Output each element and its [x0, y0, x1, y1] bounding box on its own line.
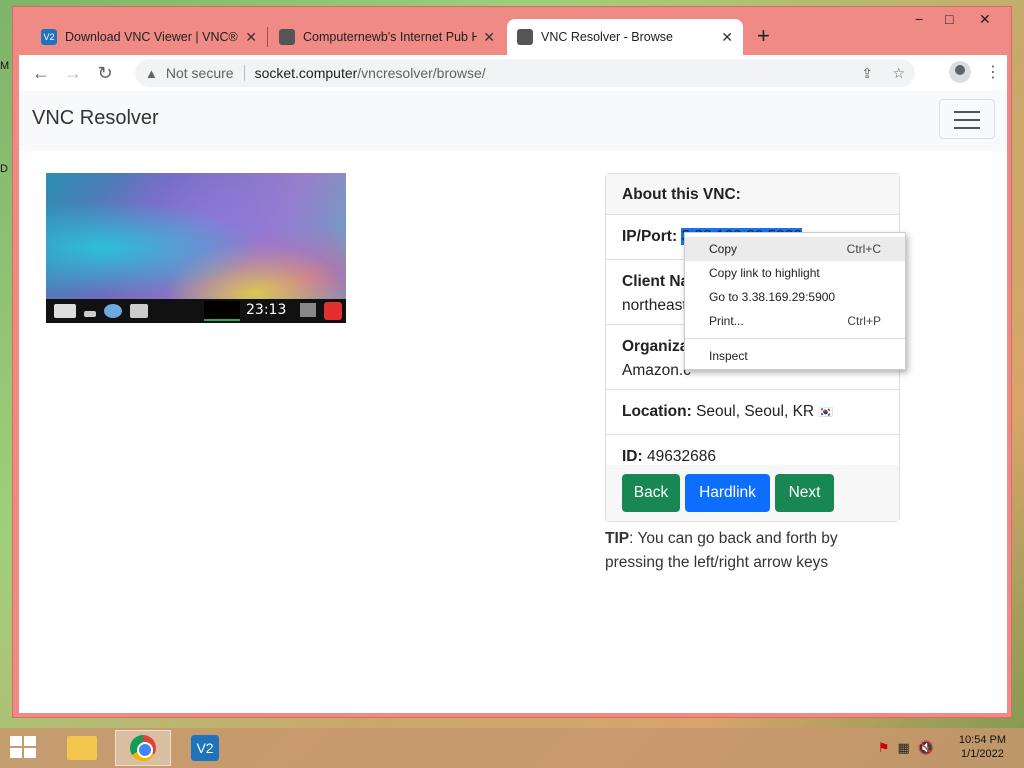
volume-muted-icon[interactable]: 🔇 — [918, 740, 934, 756]
menu-item-label: Print... — [709, 314, 744, 328]
desktop-edge-letter: D — [0, 163, 8, 175]
menu-item-shortcut: Ctrl+P — [847, 314, 881, 328]
back-button[interactable]: Back — [622, 474, 680, 512]
vnc-icon: V2 — [191, 735, 219, 761]
globe-icon — [104, 304, 122, 318]
next-button[interactable]: Next — [775, 474, 834, 512]
url-host: socket.computer — [254, 65, 358, 81]
close-icon[interactable]: ✕ — [239, 29, 257, 46]
vnc-viewer-taskbar-button[interactable]: V2 — [177, 730, 233, 766]
menu-item-copy[interactable]: Copy Ctrl+C — [685, 237, 905, 261]
windows-start-icon[interactable] — [10, 736, 38, 760]
folder-icon — [67, 736, 97, 760]
remote-clock: 23:13 — [246, 302, 287, 318]
back-arrow-icon[interactable]: ← — [25, 63, 57, 84]
pub-icon — [279, 29, 295, 45]
tab-title: VNC Resolver - Browse — [541, 30, 673, 44]
org-label: Organizat — [622, 338, 694, 355]
clock-time: 10:54 PM — [958, 734, 1006, 746]
file-explorer-button[interactable] — [54, 730, 110, 766]
flag-alert-icon[interactable]: ⚑ — [878, 740, 890, 756]
divider — [243, 65, 245, 81]
maximize-button[interactable]: □ — [945, 11, 953, 27]
ip-label: IP/Port: — [622, 228, 678, 245]
toolbar-right: ⋮ — [949, 61, 1001, 83]
remote-taskbar: 23:13 — [46, 299, 346, 323]
share-icon[interactable]: ⇪ — [861, 65, 873, 82]
location-value: Seoul, Seoul, KR — [696, 403, 815, 420]
clock-date: 1/1/2022 — [961, 748, 1004, 760]
tip-body: : You can go back and forth by pressing … — [605, 530, 838, 571]
forward-arrow-icon[interactable]: → — [57, 63, 89, 84]
menu-item-print[interactable]: Print... Ctrl+P — [685, 309, 905, 333]
remote-app-icon — [84, 311, 96, 317]
close-icon[interactable]: ✕ — [477, 29, 495, 46]
location-label: Location: — [622, 403, 692, 420]
tab-vnc-viewer[interactable]: V2 Download VNC Viewer | VNC® C ✕ — [31, 19, 267, 55]
minimize-button[interactable]: − — [915, 11, 923, 27]
url-path: /vncresolver/browse/ — [357, 65, 486, 81]
tab-strip: V2 Download VNC Viewer | VNC® C ✕ Comput… — [13, 7, 1011, 55]
pub-icon — [517, 29, 533, 45]
system-clock[interactable]: 10:54 PM 1/1/2022 — [959, 733, 1006, 761]
flag-icon: 🇰🇷 — [818, 405, 834, 419]
menu-item-shortcut: Ctrl+C — [846, 242, 881, 256]
menu-item-copy-link-to-highlight[interactable]: Copy link to highlight — [685, 261, 905, 285]
brand-link[interactable]: VNC Resolver — [32, 107, 159, 130]
id-label: ID: — [622, 448, 643, 465]
profile-avatar[interactable] — [949, 61, 971, 83]
warning-icon[interactable]: ▲ — [145, 66, 158, 81]
vnc-icon: V2 — [41, 29, 57, 45]
windows-taskbar: V2 ⚑ ▦ 🔇 10:54 PM 1/1/2022 — [0, 728, 1024, 768]
menu-item-label: Copy link to highlight — [709, 266, 820, 280]
menu-item-label: Inspect — [709, 349, 748, 363]
remote-black-box — [204, 301, 240, 321]
tab-vnc-resolver[interactable]: VNC Resolver - Browse ✕ — [507, 19, 743, 55]
close-window-button[interactable]: ✕ — [979, 11, 991, 28]
address-bar[interactable]: ▲ Not secure socket.computer/vncresolver… — [135, 59, 915, 87]
desktop-edge-letter: M — [0, 60, 10, 72]
org-value: Amazon.c — [622, 362, 691, 379]
tip-text: TIP: You can go back and forth by pressi… — [605, 527, 875, 575]
chrome-taskbar-button[interactable] — [115, 730, 171, 766]
tab-title: Computernewb's Internet Pub H — [303, 30, 478, 44]
browser-toolbar: ← → ↻ ▲ Not secure socket.computer/vncre… — [19, 55, 1007, 91]
monitor-icon — [300, 303, 316, 317]
bookmark-star-icon[interactable]: ☆ — [892, 65, 905, 82]
page-viewport: VNC Resolver 23:13 About this VNC: IP/Po… — [19, 91, 1007, 713]
chrome-icon — [130, 735, 156, 761]
menu-separator — [685, 338, 905, 339]
hardlink-button[interactable]: Hardlink — [685, 474, 770, 512]
menu-item-inspect[interactable]: Inspect — [685, 344, 905, 368]
location-row: Location: Seoul, Seoul, KR 🇰🇷 — [606, 390, 899, 435]
close-icon[interactable]: ✕ — [715, 29, 733, 46]
menu-item-label: Go to 3.38.169.29:5900 — [709, 290, 836, 304]
new-tab-button[interactable]: + — [757, 23, 770, 49]
tip-label: TIP — [605, 530, 630, 547]
tab-separator — [267, 27, 268, 47]
client-value: northeast- — [622, 297, 692, 314]
security-label[interactable]: Not secure — [166, 65, 234, 81]
reload-icon[interactable]: ↻ — [89, 63, 121, 84]
window-icon — [130, 304, 148, 318]
network-icon[interactable]: ▦ — [898, 740, 910, 756]
menu-item-label: Copy — [709, 242, 738, 256]
id-value: 49632686 — [646, 448, 716, 465]
site-navbar: VNC Resolver — [19, 91, 1007, 151]
menu-item-go-to[interactable]: Go to 3.38.169.29:5900 — [685, 285, 905, 309]
card-footer: Back Hardlink Next — [606, 465, 899, 521]
remote-start-icon — [54, 304, 76, 318]
tab-title: Download VNC Viewer | VNC® C — [65, 30, 240, 44]
hamburger-menu-icon[interactable] — [939, 99, 995, 139]
context-menu: Copy Ctrl+C Copy link to highlight Go to… — [684, 232, 906, 370]
card-header: About this VNC: — [606, 174, 899, 215]
system-tray: ⚑ ▦ 🔇 — [878, 740, 934, 756]
power-icon — [324, 302, 342, 320]
vnc-screenshot[interactable]: 23:13 — [46, 173, 346, 323]
menu-dots-icon[interactable]: ⋮ — [985, 62, 1001, 82]
tab-internet-pub[interactable]: Computernewb's Internet Pub H ✕ — [269, 19, 505, 55]
client-label: Client Na — [622, 273, 690, 290]
